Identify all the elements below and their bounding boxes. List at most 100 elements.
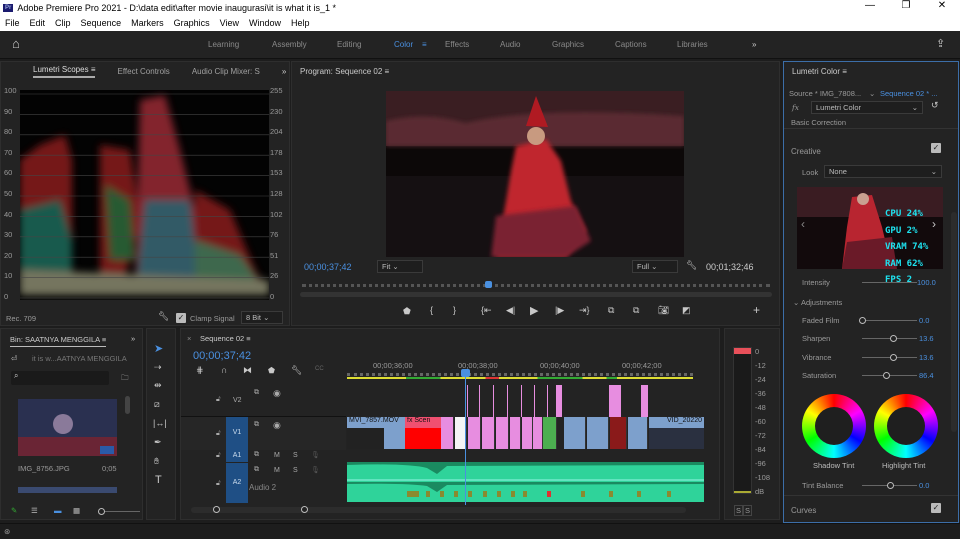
v1-clip[interactable] — [610, 417, 627, 449]
audio-keyframe[interactable] — [454, 491, 458, 497]
lock-icon[interactable]: 🔓︎ — [216, 430, 221, 438]
program-monitor-title[interactable]: Program: Sequence 02 ≡ — [300, 67, 389, 76]
slider-value[interactable]: 86.4 — [919, 371, 934, 380]
bin-more-icon[interactable]: » — [131, 334, 135, 343]
v2-clip[interactable] — [521, 385, 522, 417]
slider-knob[interactable] — [890, 335, 898, 343]
fx-icon[interactable]: fx — [792, 103, 799, 112]
slider-knob[interactable] — [890, 353, 898, 361]
add-marker-icon[interactable]: ⬟ — [403, 306, 411, 317]
bin-title-tab[interactable]: Bin: SAATNYA MENGGILA ≡ — [10, 335, 107, 347]
reset-effect-icon[interactable]: ↺ — [931, 100, 939, 111]
export-frame-camera-icon[interactable]: 📷︎ — [658, 305, 669, 316]
solo-right-button[interactable]: S — [743, 505, 753, 516]
workspace-libraries[interactable]: Libraries — [677, 40, 708, 49]
look-preview-thumbnail[interactable] — [797, 187, 943, 269]
monitor-time-ruler[interactable] — [302, 284, 770, 287]
lumetri-scrollbar[interactable] — [951, 212, 957, 432]
v2-clip[interactable] — [493, 385, 494, 417]
tint-balance-knob[interactable] — [886, 482, 894, 489]
adjustments-section[interactable]: ⌄ Adjustments — [793, 298, 842, 307]
type-tool-icon[interactable]: T — [155, 474, 162, 486]
previous-look-icon[interactable]: ‹ — [801, 217, 805, 231]
v1-clip[interactable] — [533, 417, 543, 449]
menu-help[interactable]: Help — [291, 18, 310, 28]
pen-tool-icon[interactable]: ✒ — [154, 437, 162, 448]
timeline-settings-wrench-icon[interactable]: 🔧︎ — [291, 365, 302, 376]
sync-lock-icon[interactable]: ⧉ — [254, 389, 259, 397]
audio-keyframe[interactable] — [483, 491, 487, 497]
extract-icon[interactable]: ⧉ — [633, 305, 639, 316]
sequence-tab[interactable]: Sequence 02 ≡ — [200, 334, 251, 343]
slider-value[interactable]: 13.6 — [919, 334, 934, 343]
tint-balance-value[interactable]: 0.0 — [919, 481, 929, 490]
bit-depth-dropdown[interactable]: 8 Bit ⌄ — [241, 311, 283, 324]
workspace-menu-icon[interactable]: ≡ — [422, 40, 427, 49]
track-label-a1[interactable]: A1 — [226, 450, 248, 462]
audio-keyframe[interactable] — [609, 491, 613, 497]
razor-tool-icon[interactable]: ⧄ — [154, 399, 160, 410]
audio-keyframe[interactable] — [667, 491, 671, 497]
source-clip-tab[interactable]: Source * IMG_7808... — [789, 89, 861, 98]
v1-clip[interactable] — [522, 417, 533, 449]
solo-left-button[interactable]: S — [734, 505, 744, 516]
audio-keyframe[interactable] — [547, 491, 551, 497]
freeform-view-icon[interactable]: ▦ — [73, 506, 80, 515]
thumbnail-size-slider[interactable] — [98, 508, 140, 515]
parent-bin-icon[interactable]: ⏎ — [11, 354, 17, 363]
playback-resolution-dropdown[interactable]: Full ⌄ — [632, 260, 678, 273]
creative-enable-checkbox[interactable]: ✓ — [931, 143, 941, 153]
v1-clip[interactable] — [510, 417, 521, 449]
more-workspaces-icon[interactable]: » — [752, 40, 756, 49]
adjustment-slider[interactable] — [859, 317, 917, 324]
highlight-tint-wheel[interactable] — [874, 394, 938, 458]
clip-mvi-7857[interactable]: MVI_7857.MOV — [347, 417, 405, 449]
shadow-tint-wheel[interactable] — [802, 394, 866, 458]
basic-correction-section[interactable]: Basic Correction — [791, 118, 846, 127]
add-marker-icon[interactable]: ⬟ — [268, 366, 275, 375]
look-dropdown[interactable]: None ⌄ — [824, 165, 942, 178]
close-button[interactable]: ✕ — [924, 0, 960, 11]
creative-section[interactable]: Creative — [791, 147, 821, 156]
slider-knob[interactable] — [882, 371, 890, 379]
track-label-v2[interactable]: V2 — [233, 397, 242, 404]
zoom-level-dropdown[interactable]: Fit ⌄ — [377, 260, 423, 273]
bin-scrollbar[interactable] — [125, 396, 130, 414]
go-to-in-icon[interactable]: {⇤ — [481, 305, 492, 316]
comparison-view-icon[interactable]: ◩ — [682, 305, 691, 316]
audio-keyframe[interactable] — [511, 491, 515, 497]
track-label-v1[interactable]: V1 — [226, 417, 248, 450]
voiceover-mic-icon[interactable]: 🎙︎ — [311, 451, 320, 459]
audio-keyframe[interactable] — [468, 491, 472, 497]
workspace-editing[interactable]: Editing — [337, 40, 361, 49]
timeline-timecode[interactable]: 00;00;37;42 — [193, 350, 251, 362]
menu-markers[interactable]: Markers — [131, 18, 164, 28]
audio-keyframe[interactable] — [407, 491, 411, 497]
captions-icon[interactable]: CC — [315, 366, 324, 372]
scroll-handle-right[interactable] — [301, 506, 308, 513]
mark-in-icon[interactable]: { — [430, 305, 433, 315]
track-select-tool-icon[interactable]: ⇢ — [154, 362, 162, 373]
menu-edit[interactable]: Edit — [30, 18, 46, 28]
bin-item-thumbnail[interactable] — [18, 399, 117, 456]
slider-value[interactable]: 13.6 — [919, 353, 934, 362]
new-search-bin-icon[interactable]: 🗀 — [121, 372, 129, 385]
v2-clip[interactable] — [507, 385, 508, 417]
menu-file[interactable]: File — [5, 18, 20, 28]
play-icon[interactable]: ▶ — [530, 304, 538, 317]
selection-tool-icon[interactable]: ➤ — [154, 342, 163, 355]
audio-keyframe[interactable] — [637, 491, 641, 497]
list-view-icon[interactable]: ☰ — [31, 506, 38, 515]
workspace-audio[interactable]: Audio — [500, 40, 520, 49]
icon-view-icon[interactable]: ▬ — [54, 506, 62, 515]
slip-tool-icon[interactable]: |↔| — [153, 418, 167, 428]
writable-pencil-icon[interactable]: ✎ — [11, 506, 17, 515]
ripple-edit-tool-icon[interactable]: ⇹ — [154, 380, 162, 391]
workspace-captions[interactable]: Captions — [615, 40, 647, 49]
track-label-a2[interactable]: A2 — [226, 463, 248, 503]
step-forward-icon[interactable]: |▶ — [555, 305, 564, 316]
share-icon[interactable]: ⇪ — [936, 37, 945, 50]
sequence-clip-tab[interactable]: Sequence 02 * ... — [880, 89, 938, 98]
workspace-learning[interactable]: Learning — [208, 40, 239, 49]
audio-keyframe[interactable] — [497, 491, 501, 497]
